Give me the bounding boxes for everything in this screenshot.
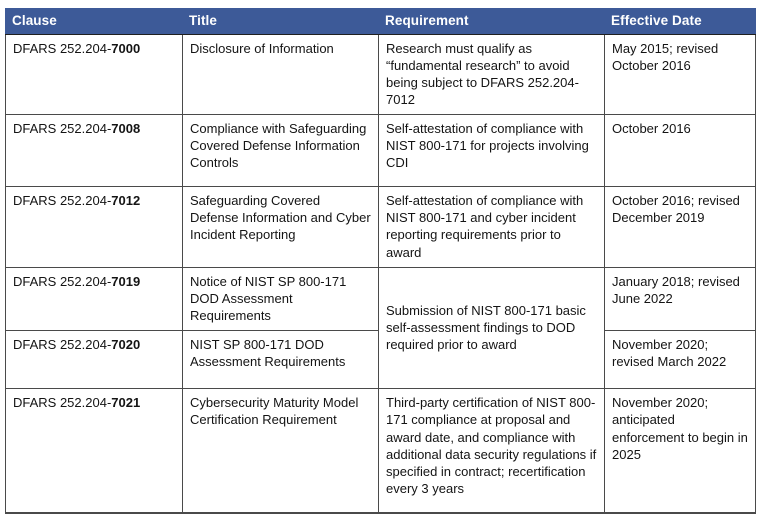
cell-effective-date: November 2020; anticipated enforcement t… xyxy=(604,388,756,514)
clause-number: 7019 xyxy=(111,273,141,289)
clause-number: 7008 xyxy=(111,121,141,137)
column-header-title: Title xyxy=(182,8,379,35)
cell-clause: DFARS 252.204-7000 xyxy=(5,33,183,116)
column-header-requirement: Requirement xyxy=(378,8,605,35)
table-row: DFARS 252.204-7021 Cybersecurity Maturit… xyxy=(5,388,756,514)
column-header-effective-date: Effective Date xyxy=(604,8,756,35)
table-header-row: Clause Title Requirement Effective Date xyxy=(5,8,756,35)
clause-prefix: DFARS 252.204- xyxy=(13,121,112,137)
clause-number: 7020 xyxy=(111,337,141,353)
cell-requirement: Self-attestation of compliance with NIST… xyxy=(378,186,605,268)
table-row: DFARS 252.204-7019 Notice of NIST SP 800… xyxy=(5,266,756,390)
clause-number: 7000 xyxy=(111,40,141,56)
clause-number: 7012 xyxy=(111,193,141,209)
table-header: Clause Title Requirement Effective Date xyxy=(5,8,756,35)
cell-title: Notice of NIST SP 800-171 DOD Assessment… xyxy=(182,266,379,332)
cell-effective-date: November 2020; revised March 2022 xyxy=(604,330,756,390)
cell-effective-date: May 2015; revised October 2016 xyxy=(604,33,756,116)
clause-prefix: DFARS 252.204- xyxy=(13,40,112,56)
cell-clause: DFARS 252.204-7012 xyxy=(5,186,183,268)
clause-prefix: DFARS 252.204- xyxy=(13,193,112,209)
cell-title: NIST SP 800-171 DOD Assessment Requireme… xyxy=(182,330,379,390)
cell-requirement: Research must qualify as “fundamental re… xyxy=(378,33,605,116)
cell-effective-date: January 2018; revised June 2022 xyxy=(604,266,756,332)
table-row: DFARS 252.204-7012 Safeguarding Covered … xyxy=(5,186,756,268)
cell-title: Disclosure of Information xyxy=(182,33,379,116)
cell-clause: DFARS 252.204-7008 xyxy=(5,114,183,188)
table-row: DFARS 252.204-7000 Disclosure of Informa… xyxy=(5,33,756,116)
clause-prefix: DFARS 252.204- xyxy=(13,395,112,411)
column-header-clause: Clause xyxy=(5,8,183,35)
cell-clause: DFARS 252.204-7020 xyxy=(5,330,183,390)
table-body: DFARS 252.204-7000 Disclosure of Informa… xyxy=(5,33,756,514)
cell-effective-date: October 2016; revised December 2019 xyxy=(604,186,756,268)
cell-clause: DFARS 252.204-7021 xyxy=(5,388,183,514)
cell-title: Compliance with Safeguarding Covered Def… xyxy=(182,114,379,188)
cell-effective-date: October 2016 xyxy=(604,114,756,188)
cell-clause: DFARS 252.204-7019 xyxy=(5,266,183,332)
dfars-clause-table: Clause Title Requirement Effective Date … xyxy=(5,8,756,514)
clause-number: 7021 xyxy=(111,395,141,411)
cell-title: Safeguarding Covered Defense Information… xyxy=(182,186,379,268)
cell-requirement: Self-attestation of compliance with NIST… xyxy=(378,114,605,188)
clause-prefix: DFARS 252.204- xyxy=(13,273,112,289)
table-row: DFARS 252.204-7008 Compliance with Safeg… xyxy=(5,114,756,188)
cell-requirement: Third-party certification of NIST 800-17… xyxy=(378,388,605,514)
dfars-clause-table-container: Clause Title Requirement Effective Date … xyxy=(5,8,756,514)
clause-prefix: DFARS 252.204- xyxy=(13,337,112,353)
cell-requirement-merged: Submission of NIST 800-171 basic self-as… xyxy=(378,266,605,390)
cell-title: Cybersecurity Maturity Model Certificati… xyxy=(182,388,379,514)
